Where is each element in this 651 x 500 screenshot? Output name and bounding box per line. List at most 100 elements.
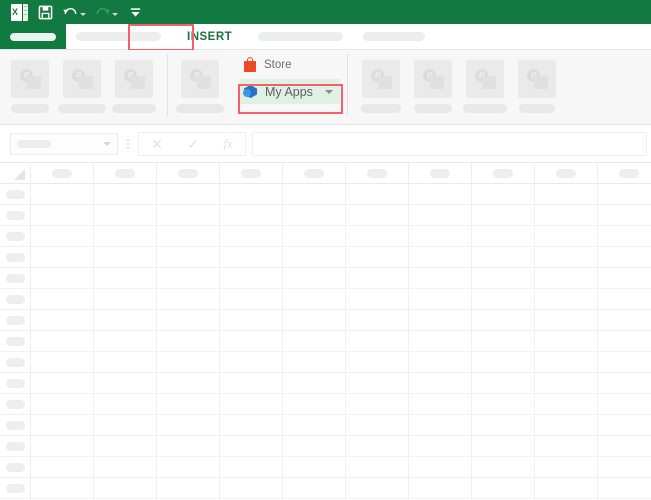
grid-cell[interactable] <box>94 352 157 372</box>
grid-cell[interactable] <box>409 457 472 477</box>
enter-icon[interactable]: ✓ <box>187 137 199 151</box>
grid-cell[interactable] <box>535 415 598 435</box>
grid-cell[interactable] <box>94 331 157 351</box>
grid-cell[interactable] <box>409 268 472 288</box>
row-header[interactable] <box>0 205 31 226</box>
ribbon-button[interactable]: P <box>56 53 108 121</box>
grid-cell[interactable] <box>472 394 535 414</box>
grid-cell[interactable] <box>31 394 94 414</box>
grid-cell[interactable] <box>283 226 346 246</box>
grid-cell[interactable] <box>157 331 220 351</box>
grid-cell[interactable] <box>598 247 651 267</box>
column-header[interactable] <box>535 163 598 184</box>
grid-cell[interactable] <box>346 352 409 372</box>
grid-cell[interactable] <box>409 289 472 309</box>
grid-cell[interactable] <box>346 226 409 246</box>
grid-cell[interactable] <box>220 436 283 456</box>
save-icon[interactable] <box>32 1 58 23</box>
column-header[interactable] <box>31 163 94 184</box>
grid-cell[interactable] <box>535 310 598 330</box>
grid-cell[interactable] <box>598 415 651 435</box>
grid-cell[interactable] <box>346 415 409 435</box>
grid-cell[interactable] <box>346 184 409 204</box>
grid-cell[interactable] <box>409 352 472 372</box>
grid-cell[interactable] <box>409 226 472 246</box>
grid-cell[interactable] <box>157 184 220 204</box>
grid-cell[interactable] <box>535 205 598 225</box>
grid-cell[interactable] <box>472 289 535 309</box>
grid-cell[interactable] <box>535 457 598 477</box>
grid-cell[interactable] <box>220 310 283 330</box>
grid-cell[interactable] <box>31 373 94 393</box>
cancel-icon[interactable]: ✕ <box>151 137 163 151</box>
grid-cell[interactable] <box>31 436 94 456</box>
tab-blurred-3[interactable] <box>353 24 435 49</box>
grid-cell[interactable] <box>598 268 651 288</box>
row-header[interactable] <box>0 436 31 457</box>
grid-cell[interactable] <box>472 415 535 435</box>
grid-cell[interactable] <box>598 373 651 393</box>
grid-cell[interactable] <box>472 352 535 372</box>
row-header[interactable] <box>0 394 31 415</box>
excel-logo-icon[interactable]: X <box>6 1 32 23</box>
grid-cell[interactable] <box>31 226 94 246</box>
row-header[interactable] <box>0 457 31 478</box>
grid-cell[interactable] <box>220 457 283 477</box>
grid-cell[interactable] <box>409 436 472 456</box>
grid-cell[interactable] <box>409 394 472 414</box>
grid-cell[interactable] <box>31 478 94 498</box>
grid-cell[interactable] <box>598 184 651 204</box>
grid-cell[interactable] <box>535 247 598 267</box>
grid-cell[interactable] <box>94 268 157 288</box>
grid-cell[interactable] <box>472 226 535 246</box>
ribbon-button[interactable]: P <box>459 53 511 121</box>
row-header[interactable] <box>0 415 31 436</box>
row-header[interactable] <box>0 310 31 331</box>
grid-cell[interactable] <box>598 478 651 498</box>
grid-cell[interactable] <box>94 415 157 435</box>
grid-cell[interactable] <box>409 205 472 225</box>
grid-cell[interactable] <box>31 310 94 330</box>
grid-cell[interactable] <box>220 247 283 267</box>
ribbon-button[interactable]: P <box>108 53 160 121</box>
ribbon-button[interactable]: P <box>4 53 56 121</box>
undo-dropdown-icon[interactable] <box>80 12 86 16</box>
undo-icon[interactable] <box>58 1 90 23</box>
my-apps-dropdown-icon[interactable] <box>325 89 333 94</box>
grid-cell[interactable] <box>283 352 346 372</box>
grid-cell[interactable] <box>535 226 598 246</box>
grid-cell[interactable] <box>346 205 409 225</box>
grid-cell[interactable] <box>283 247 346 267</box>
name-box[interactable] <box>10 132 118 155</box>
grid-cell[interactable] <box>31 268 94 288</box>
grid-cell[interactable] <box>346 268 409 288</box>
grid-cell[interactable] <box>283 415 346 435</box>
grid-cell[interactable] <box>220 289 283 309</box>
grid-cell[interactable] <box>346 478 409 498</box>
grid-cell[interactable] <box>346 331 409 351</box>
grid-cell[interactable] <box>31 457 94 477</box>
grid-cell[interactable] <box>220 373 283 393</box>
row-header[interactable] <box>0 184 31 205</box>
grid-cell[interactable] <box>94 457 157 477</box>
grid-cell[interactable] <box>535 352 598 372</box>
insert-function-icon[interactable]: fx <box>223 136 232 152</box>
grid-cell[interactable] <box>535 268 598 288</box>
grid-cell[interactable] <box>31 289 94 309</box>
row-header[interactable] <box>0 289 31 310</box>
my-apps-button[interactable]: My Apps <box>240 79 340 104</box>
grid-cell[interactable] <box>94 394 157 414</box>
grid-cell[interactable] <box>472 205 535 225</box>
grid-cell[interactable] <box>598 289 651 309</box>
grid-cell[interactable] <box>409 310 472 330</box>
grid-cell[interactable] <box>220 394 283 414</box>
tab-blurred-1[interactable] <box>66 24 171 49</box>
row-header[interactable] <box>0 373 31 394</box>
grid-cell[interactable] <box>157 373 220 393</box>
ribbon-button[interactable]: P <box>355 53 407 121</box>
ribbon-button[interactable]: P <box>174 53 226 121</box>
column-header[interactable] <box>220 163 283 184</box>
grid-cell[interactable] <box>535 394 598 414</box>
grid-cell[interactable] <box>31 184 94 204</box>
row-header[interactable] <box>0 226 31 247</box>
